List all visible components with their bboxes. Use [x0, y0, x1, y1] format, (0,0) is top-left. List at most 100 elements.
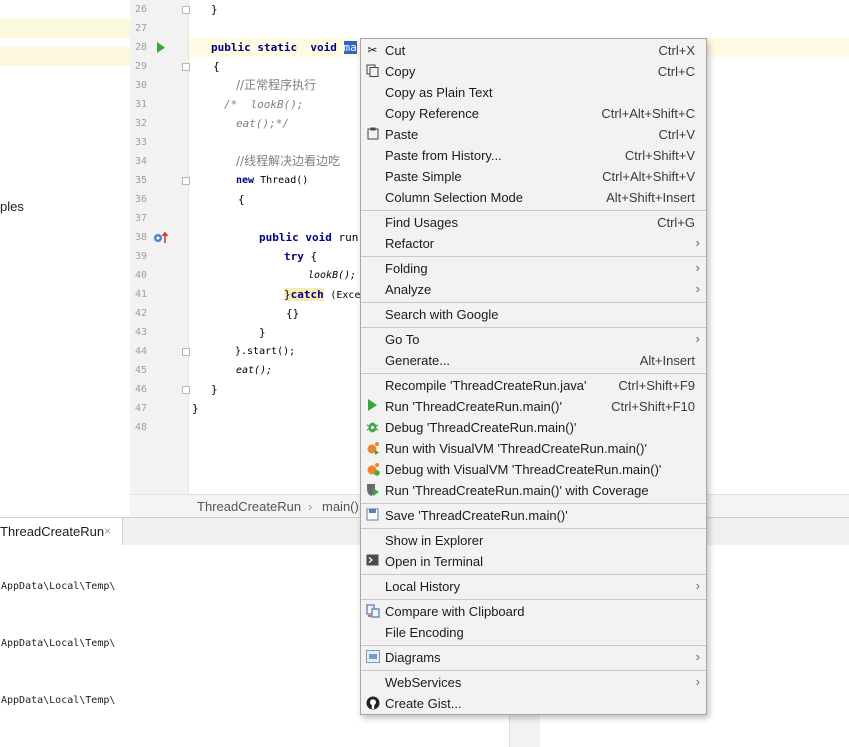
override-gutter-icon[interactable] [153, 232, 169, 244]
menu-item-run[interactable]: Run 'ThreadCreateRun.main()' Ctrl+Shift+… [361, 396, 706, 417]
menu-item-label: Run 'ThreadCreateRun.main()' with Covera… [385, 483, 649, 498]
code-line-30: //正常程序执行 [236, 78, 317, 92]
menu-item-compare-clipboard[interactable]: Compare with Clipboard [361, 601, 706, 622]
line-number: 28 [134, 42, 147, 53]
menu-item-label: Folding [385, 261, 428, 276]
menu-separator [361, 645, 706, 646]
menu-item-debug[interactable]: Debug 'ThreadCreateRun.main()' [361, 417, 706, 438]
menu-item-go-to[interactable]: Go To › [361, 329, 706, 350]
chevron-right-icon: › [695, 331, 700, 346]
line-number: 47 [134, 403, 147, 414]
line-number: 42 [134, 308, 147, 319]
clipboard-icon [365, 127, 380, 142]
menu-separator [361, 256, 706, 257]
fold-marker[interactable] [182, 348, 190, 356]
code-line-46: } [211, 383, 218, 396]
menu-item-copy[interactable]: Copy Ctrl+C [361, 61, 706, 82]
menu-item-refactor[interactable]: Refactor › [361, 233, 706, 254]
menu-item-generate[interactable]: Generate... Alt+Insert [361, 350, 706, 371]
menu-item-run-visualvm[interactable]: Run with VisualVM 'ThreadCreateRun.main(… [361, 438, 706, 459]
run-gutter-icon[interactable] [156, 42, 166, 53]
menu-separator [361, 327, 706, 328]
menu-item-cut[interactable]: ✂ Cut Ctrl+X [361, 40, 706, 61]
menu-item-label: Debug 'ThreadCreateRun.main()' [385, 420, 577, 435]
menu-item-paste-simple[interactable]: Paste Simple Ctrl+Alt+Shift+V [361, 166, 706, 187]
menu-item-label: Open in Terminal [385, 554, 484, 569]
run-tab[interactable]: ThreadCreateRun × [0, 518, 123, 545]
menu-item-paste[interactable]: Paste Ctrl+V [361, 124, 706, 145]
code-line-36: { [238, 193, 245, 206]
project-item-label[interactable]: ples [0, 199, 24, 214]
line-number: 37 [134, 213, 147, 224]
menu-item-label: Save 'ThreadCreateRun.main()' [385, 508, 568, 523]
fold-marker[interactable] [182, 386, 190, 394]
menu-item-file-encoding[interactable]: File Encoding [361, 622, 706, 643]
keyword: public [259, 231, 299, 244]
menu-item-copy-plain-text[interactable]: Copy as Plain Text [361, 82, 706, 103]
menu-item-search-google[interactable]: Search with Google [361, 304, 706, 325]
menu-item-label: Generate... [385, 353, 451, 368]
fold-marker[interactable] [182, 6, 190, 14]
menu-item-run-coverage[interactable]: Run 'ThreadCreateRun.main()' with Covera… [361, 480, 706, 501]
menu-item-shortcut: Ctrl+Alt+Shift+V [602, 169, 695, 184]
menu-item-save[interactable]: Save 'ThreadCreateRun.main()' [361, 505, 706, 526]
menu-item-label: Copy Reference [385, 106, 479, 121]
menu-item-shortcut: Ctrl+V [658, 127, 695, 142]
menu-item-paste-history[interactable]: Paste from History... Ctrl+Shift+V [361, 145, 706, 166]
chevron-right-icon: › [695, 578, 700, 593]
code-text: run [338, 231, 359, 244]
menu-item-local-history[interactable]: Local History › [361, 576, 706, 597]
chevron-right-icon: › [695, 649, 700, 664]
line-number: 30 [134, 80, 147, 91]
code-line-26: } [211, 3, 218, 16]
line-number: 44 [134, 346, 147, 357]
menu-item-shortcut: Ctrl+X [658, 43, 695, 58]
menu-item-analyze[interactable]: Analyze › [361, 279, 706, 300]
code-line-31: /* lookB(); [224, 98, 304, 111]
menu-item-label: Cut [385, 43, 406, 58]
menu-separator [361, 574, 706, 575]
menu-item-webservices[interactable]: WebServices › [361, 672, 706, 693]
line-number: 31 [134, 99, 147, 110]
fold-marker[interactable] [182, 177, 190, 185]
keyword: public [211, 41, 251, 54]
project-pane: ples [0, 0, 131, 517]
menu-item-open-terminal[interactable]: Open in Terminal [361, 551, 706, 572]
menu-item-copy-reference[interactable]: Copy Reference Ctrl+Alt+Shift+C [361, 103, 706, 124]
menu-item-show-explorer[interactable]: Show in Explorer [361, 530, 706, 551]
chevron-right-icon: › [695, 235, 700, 250]
menu-item-label: Debug with VisualVM 'ThreadCreateRun.mai… [385, 462, 662, 477]
menu-item-column-selection[interactable]: Column Selection Mode Alt+Shift+Insert [361, 187, 706, 208]
code-line-39: try { [284, 247, 317, 266]
close-icon[interactable]: × [104, 524, 111, 538]
code-line-29: { [213, 60, 220, 73]
code-text: Thread() [260, 175, 309, 186]
code-line-41: }catch (Exce [284, 285, 360, 305]
line-number: 35 [134, 175, 147, 186]
menu-item-folding[interactable]: Folding › [361, 258, 706, 279]
menu-item-find-usages[interactable]: Find Usages Ctrl+G [361, 212, 706, 233]
menu-item-create-gist[interactable]: Create Gist... [361, 693, 706, 714]
menu-item-label: Go To [385, 332, 420, 347]
menu-item-label: WebServices [385, 675, 462, 690]
fold-marker[interactable] [182, 63, 190, 71]
visualvm-run-icon [365, 441, 380, 456]
line-number: 36 [134, 194, 147, 205]
menu-item-label: Refactor [385, 236, 435, 251]
line-number: 43 [134, 327, 147, 338]
breadcrumb-class[interactable]: ThreadCreateRun [197, 499, 301, 514]
chevron-right-icon: › [695, 674, 700, 689]
menu-item-shortcut: Ctrl+Shift+F9 [618, 378, 695, 393]
menu-item-shortcut: Ctrl+Shift+F10 [611, 399, 695, 414]
breadcrumb-method[interactable]: main() [322, 499, 359, 514]
code-line-28: public static void ma [211, 38, 357, 57]
menu-item-label: Recompile 'ThreadCreateRun.java' [385, 378, 587, 393]
terminal-icon [365, 554, 380, 569]
menu-item-diagrams[interactable]: Diagrams › [361, 647, 706, 668]
keyword: try [284, 250, 304, 263]
code-line-42: {} [286, 307, 300, 320]
menu-item-shortcut: Ctrl+Shift+V [624, 148, 695, 163]
menu-item-debug-visualvm[interactable]: Debug with VisualVM 'ThreadCreateRun.mai… [361, 459, 706, 480]
menu-item-recompile[interactable]: Recompile 'ThreadCreateRun.java' Ctrl+Sh… [361, 375, 706, 396]
scissors-icon: ✂ [367, 43, 378, 57]
